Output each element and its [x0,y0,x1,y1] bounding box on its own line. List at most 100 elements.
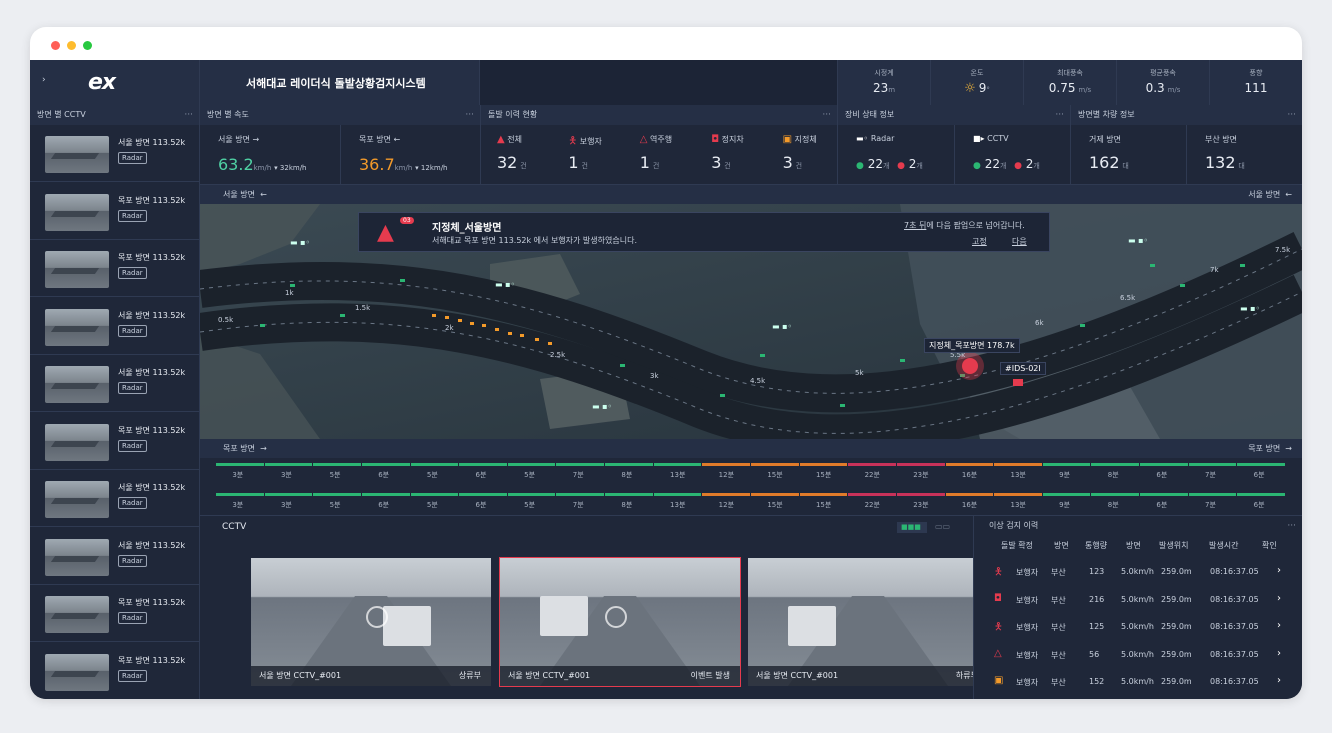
timeline-segment[interactable] [848,463,896,466]
table-row[interactable]: ▣ 보행자 부산 152 5.0km/h 259.0m 08:16:37.05 › [974,668,1302,695]
timeline-segment[interactable] [896,463,945,466]
table-row[interactable]: △ 보행자 부산 56 5.0km/h 259.0m 08:16:37.05 › [974,641,1302,668]
incident-stat[interactable]: ▣ 지정체 3 건 [767,125,838,185]
radar-device-icon[interactable]: ▬ ▪◦ [592,402,612,411]
more-icon[interactable]: ··· [822,105,831,125]
radar-device-icon[interactable]: ▬ ▪◦ [1128,236,1148,245]
chevron-right-icon[interactable]: › [1277,648,1281,659]
radar-device-icon[interactable]: ▬ ▪◦ [1240,304,1260,313]
timeline-segment[interactable] [605,463,653,466]
sidebar-cctv-item[interactable]: 서울 방면 113.52k Radar [30,298,200,355]
cctv-thumbnail[interactable] [45,596,109,633]
sidebar-cctv-item[interactable]: 목포 방면 113.52k Radar [30,183,200,240]
radar-device-icon[interactable]: ▬ ▪◦ [772,322,792,331]
chevron-right-icon[interactable]: › [1277,593,1281,604]
timeline-segment[interactable] [799,493,848,496]
cctv-thumbnail[interactable] [45,423,109,461]
timeline-segment[interactable] [313,493,361,496]
sidebar-cctv-item[interactable]: 목포 방면 113.52k Radar [30,643,200,699]
timeline-segment[interactable] [264,463,313,466]
sidebar-cctv-item[interactable]: 서울 방면 113.52k Radar [30,355,200,412]
timeline-segment[interactable] [945,463,994,466]
cctv-thumbnail[interactable] [45,538,109,576]
timeline-segment[interactable] [799,463,848,466]
timeline-segment[interactable] [702,493,750,496]
timeline-segment[interactable] [410,493,459,496]
countdown-link[interactable]: 7초 뒤 [904,221,926,230]
timeline-segment[interactable] [1091,463,1140,466]
chevron-right-icon[interactable]: › [1277,620,1281,631]
next-button[interactable]: 다음 [1012,236,1027,247]
sidebar-cctv-item[interactable]: 서울 방면 113.52k Radar [30,528,200,585]
timeline-segment[interactable] [1237,463,1285,466]
chevron-right-icon[interactable]: › [1277,675,1281,686]
timeline-segment[interactable] [1188,463,1237,466]
table-row[interactable]: 🯅 보행자 부산 123 5.0km/h 259.0m 08:16:37.05 › [974,558,1302,585]
timeline-segment[interactable] [507,463,556,466]
cctv-thumbnail[interactable] [45,366,109,403]
table-row[interactable]: 🯅 보행자 부산 125 5.0km/h 259.0m 08:16:37.05 › [974,613,1302,640]
timeline-segment[interactable] [1042,493,1091,496]
cctv-thumbnail[interactable] [45,136,109,173]
incident-stat[interactable]: ◘ 정지차 3 건 [695,125,766,185]
timeline-segment[interactable] [751,493,799,496]
traffic-map[interactable]: 0.5k 1k 1.5k 2k 2.5k 3k 4.5k 5k 5.5k 6k 6.5k 7k 7.5k… [200,204,1302,439]
timeline-segment[interactable] [994,463,1042,466]
incident-stat[interactable]: △ 역주행 1 건 [624,125,695,185]
timeline-segment[interactable] [1091,493,1140,496]
timeline-segment[interactable] [264,493,313,496]
cctv-feed[interactable]: 서울 방면 CCTV_#001 상류부 [251,558,491,686]
cctv-feed[interactable]: 서울 방면 CCTV_#001 이벤트 발생 [499,557,741,687]
timeline-segment[interactable] [216,463,264,466]
sidebar-cctv-item[interactable]: 목포 방면 113.52k Radar [30,413,200,470]
chevron-right-icon[interactable]: › [1277,565,1281,576]
more-icon[interactable]: ··· [465,105,474,125]
cctv-feed[interactable]: 서울 방면 CCTV_#001 하류부 [748,558,988,686]
timeline-segment[interactable] [605,493,653,496]
pin-button[interactable]: 고정 [972,236,987,247]
timeline-segment[interactable] [702,463,750,466]
sidebar-cctv-item[interactable]: 서울 방면 113.52k Radar [30,470,200,527]
more-icon[interactable]: ··· [1287,105,1296,125]
cctv-thumbnail[interactable] [45,251,109,288]
cctv-thumbnail[interactable] [45,193,109,231]
layout-3-icon[interactable]: ■■■ [897,522,927,533]
timeline-segment[interactable] [653,463,702,466]
cctv-thumbnail[interactable] [45,653,109,691]
timeline-segment[interactable] [556,493,605,496]
timeline-segment[interactable] [751,463,799,466]
layout-grid-icon[interactable]: ▭▭ [935,522,950,531]
expand-icon[interactable]: › [42,75,46,85]
timeline-segment[interactable] [1140,493,1188,496]
incident-stat[interactable]: 🯅 보행자 1 건 [552,125,623,185]
timeline-segment[interactable] [945,493,994,496]
timeline-segment[interactable] [653,493,702,496]
timeline-segment[interactable] [361,463,410,466]
more-icon[interactable]: ··· [1287,516,1296,536]
timeline-segment[interactable] [1188,493,1237,496]
more-icon[interactable]: ··· [184,105,193,125]
timeline-segment[interactable] [507,493,556,496]
sidebar-cctv-item[interactable]: 서울 방면 113.52k Radar [30,125,200,182]
timeline-segment[interactable] [556,463,605,466]
timeline-segment[interactable] [216,493,264,496]
cctv-thumbnail[interactable] [45,308,109,346]
close-dot[interactable] [51,41,60,50]
timeline-segment[interactable] [994,493,1042,496]
radar-device-icon[interactable]: ▬ ▪◦ [495,280,515,289]
minimize-dot[interactable] [67,41,76,50]
timeline-segment[interactable] [459,463,507,466]
sidebar-cctv-item[interactable]: 목포 방면 113.52k Radar [30,240,200,297]
incident-stat[interactable]: ▲ 전체 32 건 [481,125,552,185]
timeline-segment[interactable] [410,463,459,466]
timeline-segment[interactable] [313,463,361,466]
timeline-segment[interactable] [848,493,896,496]
timeline-segment[interactable] [896,493,945,496]
timeline-segment[interactable] [361,493,410,496]
timeline-segment[interactable] [1042,463,1091,466]
table-row[interactable]: ◘ 보행자 부산 216 5.0km/h 259.0m 08:16:37.05 › [974,586,1302,613]
sidebar-cctv-item[interactable]: 목포 방면 113.52k Radar [30,585,200,642]
timeline-segment[interactable] [459,493,507,496]
timeline-segment[interactable] [1237,493,1285,496]
more-icon[interactable]: ··· [1055,105,1064,125]
